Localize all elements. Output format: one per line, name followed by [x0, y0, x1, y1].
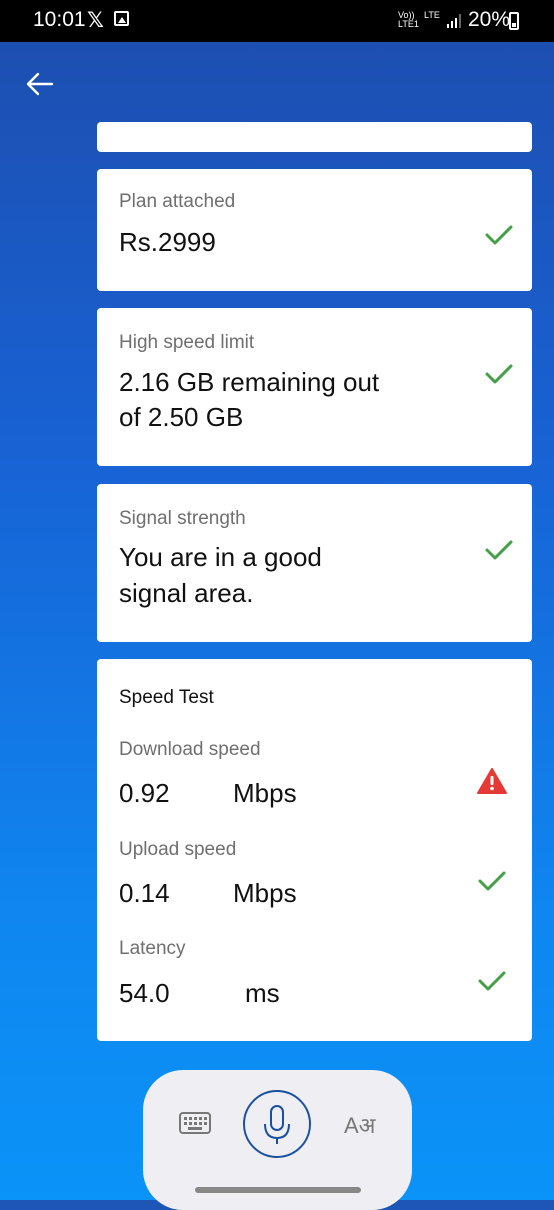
- high-speed-value-line1: 2.16 GB remaining out: [119, 367, 380, 397]
- upload-label: Upload speed: [119, 839, 237, 860]
- x-app-icon: 𝕏: [87, 9, 104, 32]
- latency-unit: ms: [245, 978, 280, 1008]
- download-value: 0.92: [119, 778, 170, 808]
- upload-unit: Mbps: [233, 878, 297, 908]
- status-bar: 10:01 𝕏 Vo)) LTE1 LTE 20%: [0, 0, 554, 42]
- check-icon: [478, 871, 506, 891]
- card-partial: [97, 122, 532, 152]
- signal-icon: [447, 14, 461, 28]
- high-speed-label: High speed limit: [119, 332, 255, 353]
- latency-value: 54.0: [119, 978, 170, 1008]
- speed-test-card: Speed Test Download speed 0.92 Mbps Uplo…: [97, 659, 532, 1041]
- check-icon: [485, 364, 513, 384]
- language-switch-button[interactable]: Aअ: [344, 1110, 375, 1140]
- microphone-icon: [264, 1105, 290, 1144]
- warning-icon: [477, 768, 507, 794]
- status-time: 10:01: [33, 8, 86, 31]
- keyboard-icon[interactable]: [179, 1112, 211, 1134]
- high-speed-value-line2: of 2.50 GB: [119, 402, 244, 432]
- plan-card: Plan attached Rs.2999: [97, 169, 532, 291]
- plan-label: Plan attached: [119, 191, 236, 212]
- battery-percent: 20%: [468, 8, 511, 31]
- signal-value-line1: You are in a good: [119, 542, 322, 572]
- lte-indicator: LTE: [424, 10, 440, 20]
- plan-value: Rs.2999: [119, 227, 216, 257]
- high-speed-card: High speed limit 2.16 GB remaining out o…: [97, 308, 532, 466]
- check-icon: [485, 540, 513, 560]
- check-icon: [478, 971, 506, 991]
- speed-test-title: Speed Test: [119, 687, 214, 708]
- check-icon: [485, 225, 513, 245]
- signal-label: Signal strength: [119, 508, 246, 529]
- latency-label: Latency: [119, 938, 186, 959]
- upload-value: 0.14: [119, 878, 170, 908]
- download-label: Download speed: [119, 739, 261, 760]
- back-arrow-icon[interactable]: [22, 66, 58, 102]
- gallery-icon: [114, 11, 129, 26]
- signal-value-line2: signal area.: [119, 578, 254, 608]
- voice-input-button[interactable]: [243, 1090, 311, 1158]
- download-unit: Mbps: [233, 778, 297, 808]
- signal-card: Signal strength You are in a good signal…: [97, 484, 532, 642]
- battery-icon: [509, 12, 519, 30]
- home-indicator: [195, 1187, 361, 1193]
- volte-indicator: Vo)) LTE1: [398, 10, 419, 29]
